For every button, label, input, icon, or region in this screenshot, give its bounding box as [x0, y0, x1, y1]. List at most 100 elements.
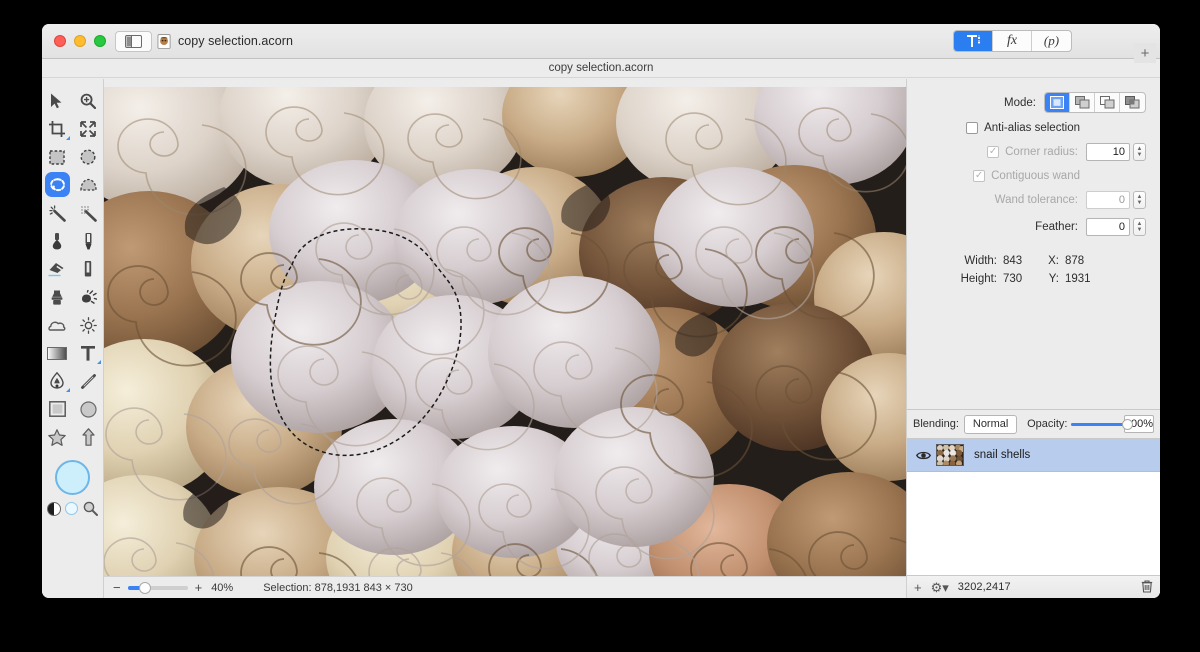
tab-filters[interactable]: fx [993, 31, 1032, 51]
intersect-selection-icon [1125, 96, 1140, 109]
arrow-shape-tool[interactable] [73, 423, 104, 451]
star-shape-icon [48, 428, 66, 446]
new-selection-button[interactable] [1045, 93, 1070, 112]
magic-wand-icon [48, 204, 66, 222]
blur-tool[interactable] [42, 311, 73, 339]
antialias-checkbox[interactable] [966, 122, 979, 134]
lasso-tool[interactable] [42, 171, 73, 199]
gradient-tool[interactable] [42, 339, 73, 367]
corner-radius-checkbox[interactable]: ✓ [987, 146, 1000, 158]
rect-select-tool[interactable] [42, 143, 73, 171]
paint-bucket-icon [52, 233, 62, 250]
black-white-swap-icon[interactable] [46, 501, 61, 516]
add-selection-button[interactable] [1070, 93, 1095, 112]
image-canvas[interactable] [104, 87, 906, 586]
pencil-tool[interactable] [73, 255, 104, 283]
eraser-tool[interactable] [42, 255, 73, 283]
zoom-slider-knob[interactable] [138, 581, 151, 594]
selection-dimensions: Width: 843 X: 878 Height: 730 Y: 1931 [907, 255, 1146, 285]
tab-palette[interactable]: (p) [1032, 31, 1071, 51]
tab-tool-options[interactable] [954, 31, 993, 51]
close-window-button[interactable] [54, 35, 66, 47]
wand-tolerance-label: Wand tolerance: [994, 194, 1078, 206]
star-shape-tool[interactable] [42, 423, 73, 451]
feather-input[interactable]: 0 [1086, 218, 1130, 236]
zoom-level-value: 40% [211, 581, 234, 594]
corner-radius-row[interactable]: ✓ Corner radius: 10 ▲ ▼ [907, 143, 1146, 161]
add-inspector-button[interactable]: + [1134, 43, 1156, 63]
foreground-color-well[interactable] [55, 460, 90, 495]
default-colors-icon[interactable] [65, 502, 79, 515]
arrow-cursor-icon [51, 93, 62, 109]
ellipse-select-tool[interactable] [73, 143, 104, 171]
wand-tolerance-stepper[interactable]: ▲ ▼ [1133, 191, 1146, 209]
crop-tool[interactable] [42, 115, 73, 143]
layer-thumbnail [936, 444, 964, 466]
contiguous-wand-checkbox[interactable]: ✓ [973, 170, 986, 182]
layers-footer: + ⚙▾ 3202,2417 [907, 575, 1160, 598]
magic-wand-tool[interactable] [42, 199, 73, 227]
tool-options-icon [966, 34, 980, 47]
feather-label: Feather: [1035, 221, 1078, 233]
x-value: 878 [1065, 255, 1085, 267]
color-picker-magnifier-icon[interactable] [83, 501, 99, 516]
smudge-tool[interactable] [73, 283, 104, 311]
sun-dodge-icon [79, 316, 97, 334]
maximize-window-button[interactable] [94, 35, 106, 47]
lasso-icon [49, 177, 65, 191]
layer-visibility-toggle[interactable] [915, 450, 931, 461]
selection-mode-segmented[interactable] [1044, 92, 1146, 113]
brush-tool[interactable] [73, 227, 104, 255]
feather-row[interactable]: Feather: 0 ▲ ▼ [907, 218, 1146, 236]
paint-bucket-tool[interactable] [42, 227, 73, 255]
corner-radius-input[interactable]: 10 [1086, 143, 1130, 161]
opacity-slider-knob[interactable] [1122, 418, 1134, 430]
transform-tool[interactable] [73, 115, 104, 143]
height-value: 730 [1003, 273, 1023, 285]
y-label: Y: [1048, 273, 1059, 285]
document-tab-title[interactable]: copy selection.acorn [42, 62, 1160, 74]
blending-mode-select[interactable]: Normal ▲▼ [963, 414, 1018, 434]
subtract-selection-icon [1099, 96, 1114, 109]
gear-dropdown-icon[interactable]: ⚙▾ [931, 581, 949, 594]
clone-stamp-tool[interactable] [42, 283, 73, 311]
opacity-slider-fill [1071, 422, 1126, 426]
feather-stepper[interactable]: ▲ ▼ [1133, 218, 1146, 236]
zoom-out-button[interactable]: − [110, 581, 124, 594]
bezier-pen-tool[interactable] [42, 367, 73, 395]
dodge-tool[interactable] [73, 311, 104, 339]
text-t-icon [81, 346, 95, 361]
tool-grid [42, 87, 103, 451]
polygon-lasso-tool[interactable] [73, 171, 104, 199]
bezier-pen-icon [50, 372, 64, 389]
minimize-window-button[interactable] [74, 35, 86, 47]
selection-info-text: Selection: 878,1931 843 × 730 [263, 581, 413, 594]
text-tool[interactable] [73, 339, 104, 367]
antialias-row[interactable]: Anti-alias selection [907, 122, 1146, 134]
instant-alpha-icon [80, 205, 97, 222]
wand-tolerance-input[interactable]: 0 [1086, 191, 1130, 209]
document-tab-strip: copy selection.acorn + [42, 43, 1160, 78]
contiguous-wand-row[interactable]: ✓ Contiguous wand [907, 170, 1146, 182]
zoom-in-button[interactable]: + [192, 581, 206, 594]
move-tool[interactable] [42, 87, 73, 115]
antialias-label: Anti-alias selection [984, 122, 1080, 134]
zoom-tool[interactable] [73, 87, 104, 115]
ellipse-shape-tool[interactable] [73, 395, 104, 423]
zoom-slider[interactable] [127, 581, 188, 594]
subtract-selection-button[interactable] [1095, 93, 1120, 112]
opacity-slider[interactable] [1071, 418, 1134, 430]
rectangle-shape-tool[interactable] [42, 395, 73, 423]
table-row[interactable]: snail shells [907, 439, 1160, 472]
sidebar-toggle-button[interactable] [115, 31, 152, 52]
corner-radius-stepper[interactable]: ▲ ▼ [1133, 143, 1146, 161]
intersect-selection-button[interactable] [1120, 93, 1145, 112]
wand-tolerance-row[interactable]: Wand tolerance: 0 ▲ ▼ [907, 191, 1146, 209]
new-selection-icon [1050, 96, 1064, 109]
add-layer-icon[interactable]: + [914, 581, 922, 594]
instant-alpha-tool[interactable] [73, 199, 104, 227]
crop-icon [49, 121, 65, 137]
line-tool[interactable] [73, 367, 104, 395]
inspector-segmented-control[interactable]: fx (p) [953, 30, 1072, 52]
trash-icon[interactable] [1141, 579, 1153, 595]
